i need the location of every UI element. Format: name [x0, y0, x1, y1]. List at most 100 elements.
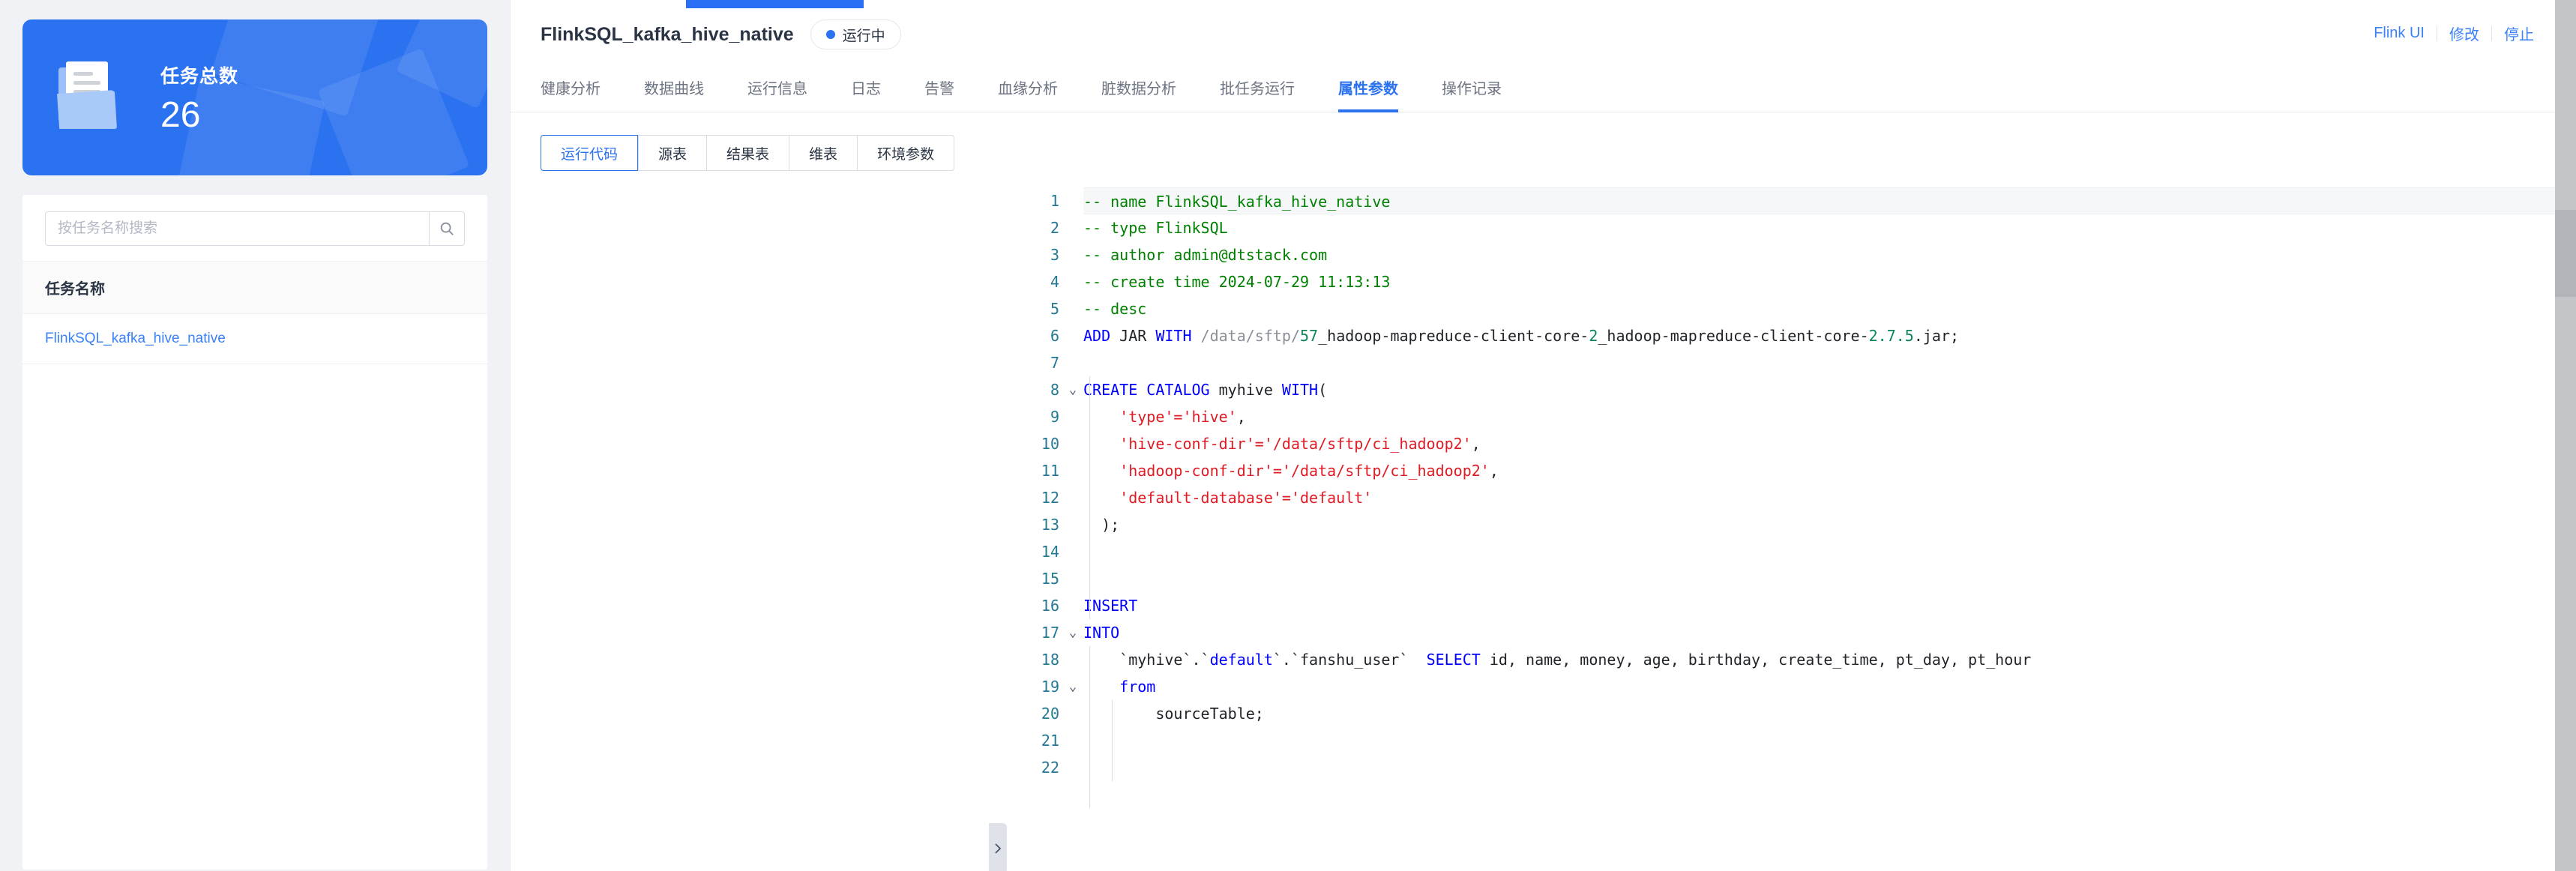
detail-tabs: 健康分析 数据曲线 运行信息 日志 告警 血缘分析 脏数据分析 批任务运行 属性…: [511, 69, 2576, 112]
tab-operation-records[interactable]: 操作记录: [1442, 69, 1502, 112]
code-line: -- name FlinkSQL_kafka_hive_native: [1083, 187, 2576, 214]
chevron-right-icon: [995, 843, 1002, 854]
task-total-label: 任务总数: [160, 66, 239, 87]
sub-tab-env-params[interactable]: 环境参数: [857, 135, 955, 171]
fold-toggle-icon[interactable]: ⌄: [1062, 376, 1083, 403]
search-input[interactable]: [45, 211, 429, 246]
fold-toggle-icon[interactable]: ⌄: [1062, 673, 1083, 700]
top-tab-indicator: [686, 0, 864, 8]
fold-toggle-icon[interactable]: ⌄: [1062, 619, 1083, 646]
task-total-card: 任务总数 26: [22, 19, 487, 175]
task-list-column-header: 任务名称: [22, 261, 487, 314]
folder-document-icon: [57, 61, 136, 133]
list-item[interactable]: FlinkSQL_kafka_hive_native: [22, 314, 487, 364]
code-line: from: [1083, 678, 1156, 696]
line-number: 11: [1041, 462, 1059, 480]
code-line: -- desc: [1083, 295, 2576, 322]
line-number: 1: [1050, 192, 1059, 210]
tab-properties-params[interactable]: 属性参数: [1338, 69, 1398, 112]
sub-tab-run-code[interactable]: 运行代码: [541, 135, 639, 171]
status-badge: 运行中: [810, 19, 901, 49]
page-title: FlinkSQL_kafka_hive_native: [541, 23, 794, 45]
vertical-scrollbar[interactable]: [2555, 0, 2576, 871]
code-token-comment: -- desc: [1083, 300, 1147, 318]
code-token-comment: -- type FlinkSQL: [1083, 219, 1228, 237]
tab-health-analysis[interactable]: 健康分析: [541, 69, 601, 112]
sub-tab-dim-table[interactable]: 维表: [789, 135, 858, 171]
editor-collapse-handle[interactable]: [989, 823, 1007, 871]
code-line: 'default-database'='default': [1083, 489, 1373, 507]
tab-dirty-data-analysis[interactable]: 脏数据分析: [1101, 69, 1176, 112]
code-line: INTO: [1083, 619, 2576, 646]
flink-ui-link[interactable]: Flink UI: [2362, 25, 2437, 42]
indent-guide: [1089, 376, 1090, 619]
header-actions: Flink UI 修改 停止: [2362, 22, 2546, 44]
line-number: 4: [1050, 273, 1059, 291]
tab-data-curve[interactable]: 数据曲线: [644, 69, 704, 112]
line-number: 16: [1041, 597, 1059, 615]
app-root: 任务总数 26 任务名称 FlinkSQL_kafka_hive_native: [0, 0, 2576, 871]
line-number: 3: [1050, 246, 1059, 264]
code-line: CREATE CATALOG myhive WITH(: [1083, 381, 1328, 399]
tab-run-info[interactable]: 运行信息: [747, 69, 807, 112]
line-number: 19: [1041, 678, 1059, 696]
line-number: 13: [1041, 516, 1059, 534]
stop-link[interactable]: 停止: [2492, 22, 2546, 44]
sub-tab-result-table[interactable]: 结果表: [706, 135, 789, 171]
tab-batch-task-run[interactable]: 批任务运行: [1220, 69, 1295, 112]
tab-alerts[interactable]: 告警: [924, 69, 954, 112]
line-number: 22: [1041, 759, 1059, 777]
code-editor[interactable]: 1 2 3 4 5 6 7 8 9 10 11 12 13 14 15 16 1: [511, 187, 2576, 871]
code-token-keyword: INSERT: [1083, 597, 1138, 615]
code-line: -- create time 2024-07-29 11:13:13: [1083, 268, 2576, 295]
code-token-comment: -- create time 2024-07-29 11:13:13: [1083, 273, 1391, 291]
code-line: sourceTable;: [1083, 705, 1264, 723]
code-line: 'hadoop-conf-dir'='/data/sftp/ci_hadoop2…: [1083, 462, 1499, 480]
line-number: 2: [1050, 219, 1059, 237]
editor-code-area[interactable]: -- name FlinkSQL_kafka_hive_native -- ty…: [1083, 187, 2576, 871]
code-line: INSERT: [1083, 592, 2576, 619]
sub-tab-group: 运行代码 源表 结果表 维表 环境参数: [541, 135, 955, 171]
tab-logs[interactable]: 日志: [851, 69, 881, 112]
code-line: 'hive-conf-dir'='/data/sftp/ci_hadoop2',: [1083, 435, 1481, 453]
line-number: 6: [1050, 327, 1059, 345]
indent-guide: [1112, 700, 1113, 781]
line-number: 20: [1041, 705, 1059, 723]
indent-guide: [1089, 646, 1090, 808]
line-number: 8: [1050, 381, 1059, 399]
task-list-card: 任务名称 FlinkSQL_kafka_hive_native: [22, 195, 487, 870]
tab-lineage-analysis[interactable]: 血缘分析: [998, 69, 1058, 112]
left-panel: 任务总数 26 任务名称 FlinkSQL_kafka_hive_native: [0, 0, 510, 871]
line-number: 12: [1041, 489, 1059, 507]
code-line: 'type'='hive',: [1083, 408, 1246, 426]
line-number: 5: [1050, 300, 1059, 318]
search-button[interactable]: [429, 211, 465, 246]
detail-panel: FlinkSQL_kafka_hive_native 运行中 Flink UI …: [510, 0, 2576, 871]
scrollbar-thumb[interactable]: [2555, 210, 2576, 297]
edit-link[interactable]: 修改: [2437, 22, 2491, 44]
line-number: 21: [1041, 732, 1059, 750]
sub-tab-row: 运行代码 源表 结果表 维表 环境参数: [511, 112, 2576, 171]
status-dot-icon: [825, 30, 835, 39]
code-line: -- type FlinkSQL: [1083, 214, 2576, 241]
sub-tab-source-table[interactable]: 源表: [638, 135, 707, 171]
